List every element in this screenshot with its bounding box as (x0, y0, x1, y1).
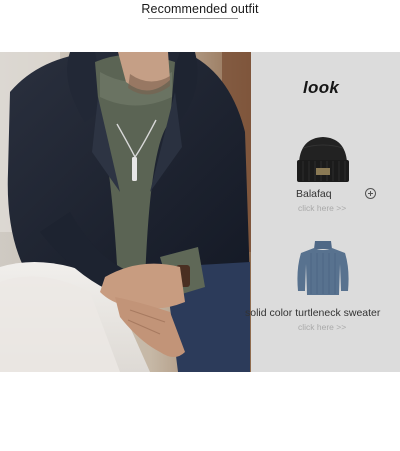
page-title: Recommended outfit (141, 2, 259, 16)
product-name[interactable]: Balafaq (296, 188, 332, 200)
product-name[interactable]: solid color turtleneck sweater (245, 307, 380, 319)
outfit-model-photo (0, 52, 251, 372)
product-link[interactable]: click here >> (298, 322, 346, 332)
model-illustration (0, 52, 251, 372)
product-link[interactable]: click here >> (298, 203, 346, 213)
beanie-hat-icon[interactable] (293, 134, 353, 189)
title-underline (148, 18, 238, 19)
turtleneck-sweater-icon[interactable] (295, 239, 351, 302)
section-header: Recommended outfit (0, 0, 400, 24)
look-panel: look Balafaq click here >> solid color t… (245, 52, 400, 372)
look-heading: look (303, 78, 340, 97)
add-plus-icon[interactable] (365, 188, 376, 199)
